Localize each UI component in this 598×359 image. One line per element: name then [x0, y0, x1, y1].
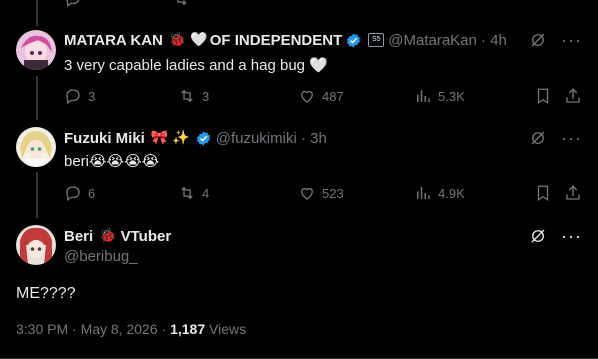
author-handle[interactable]: @beribug_: [64, 248, 138, 265]
thread-line-top: [36, 0, 38, 26]
author-name[interactable]: MATARA KAN: [64, 32, 163, 49]
views-button[interactable]: 5.3K: [414, 87, 465, 105]
more-icon[interactable]: ···: [561, 31, 582, 49]
more-icon[interactable]: ···: [561, 227, 582, 245]
affiliate-badge-icon: S5: [368, 33, 385, 47]
bookmark-button[interactable]: [534, 184, 552, 207]
repost-icon: [181, 89, 193, 103]
like-icon: [301, 90, 313, 103]
like-icon: [301, 187, 313, 200]
tweet-top-actions: ···: [529, 129, 582, 147]
views-count: 4.9K: [438, 185, 465, 201]
like-button[interactable]: 523: [298, 184, 344, 202]
separator-dot: ·: [296, 129, 311, 147]
like-count: 523: [322, 185, 344, 201]
tweet-actions: 6 4 523 4.9K: [64, 184, 582, 204]
name-emoji: ✨: [172, 130, 190, 146]
grok-icon[interactable]: [529, 129, 547, 147]
avatar[interactable]: [16, 225, 56, 265]
grok-icon[interactable]: [529, 31, 547, 49]
reply-icon: [66, 186, 80, 202]
reply-button[interactable]: 3: [64, 87, 95, 105]
bookmark-icon: [537, 88, 549, 105]
grok-icon[interactable]: [529, 227, 547, 245]
tweet-text: 3 very capable ladies and a hag bug 🤍: [64, 57, 328, 74]
tweet-top-actions: ···: [529, 31, 582, 49]
author-name-suffix[interactable]: OF INDEPENDENT: [210, 32, 343, 49]
views-icon: [417, 187, 430, 199]
like-count: 487: [322, 88, 344, 104]
share-button[interactable]: [564, 87, 582, 110]
reply-button[interactable]: 6: [64, 184, 95, 202]
bookmark-icon: [537, 185, 549, 202]
tweet-header: Fuzuki Miki 🎀 ✨ @fuzukimiki · 3h: [64, 128, 327, 148]
author-name-suffix[interactable]: VTuber: [121, 228, 172, 245]
author-handle[interactable]: @fuzukimiki: [216, 130, 297, 147]
thread-line-bottom: [36, 172, 38, 218]
tweet-top-actions: ···: [529, 227, 582, 245]
main-tweet-header: Beri 🐞 VTuber: [64, 226, 171, 246]
repost-count: 4: [202, 185, 210, 201]
tweet-actions: 3 3 487 5.3K: [64, 87, 582, 107]
verified-icon: [347, 32, 361, 48]
name-emoji: 🤍: [190, 32, 208, 48]
name-emoji: 🐞: [99, 228, 117, 244]
tweet-time[interactable]: 4h: [490, 32, 507, 49]
share-icon: [566, 185, 580, 200]
name-emoji: 🐞: [168, 32, 187, 48]
verified-icon: [196, 130, 210, 146]
name-emoji: 🎀: [150, 130, 169, 146]
share-button[interactable]: [564, 184, 582, 207]
tweet-text: beri😭😭😭😭: [64, 153, 160, 170]
reply-icon: [66, 89, 80, 105]
thread-line-middle: [36, 76, 38, 120]
tweet-time[interactable]: 3h: [310, 130, 327, 147]
views-count: 1,187: [170, 321, 206, 337]
views-count: 5.3K: [438, 88, 465, 104]
repost-count: 3: [202, 88, 210, 104]
tweet-header: MATARA KAN 🐞 🤍 OF INDEPENDENT S5 @Matara…: [64, 30, 507, 50]
share-icon: [566, 88, 580, 103]
views-label: Views: [205, 321, 247, 337]
author-name[interactable]: Fuzuki Miki: [64, 130, 145, 147]
repost-button[interactable]: 3: [178, 87, 209, 105]
avatar[interactable]: [16, 30, 56, 70]
repost-icon[interactable]: [172, 0, 190, 8]
reply-count: 3: [88, 88, 96, 104]
reply-count: 6: [88, 185, 96, 201]
main-tweet-meta: 3:30 PM · May 8, 2026 · 1,187 Views: [16, 321, 246, 337]
views-icon: [417, 90, 430, 102]
repost-button[interactable]: 4: [178, 184, 209, 202]
previous-tweet-actions: [64, 0, 582, 8]
repost-icon: [181, 186, 193, 200]
author-name[interactable]: Beri: [64, 228, 93, 245]
views-button[interactable]: 4.9K: [414, 184, 465, 202]
timestamp[interactable]: 3:30 PM · May 8, 2026 ·: [16, 321, 170, 337]
reply-icon[interactable]: [64, 0, 82, 8]
separator-dot: ·: [476, 31, 491, 49]
like-button[interactable]: 487: [298, 87, 344, 105]
author-handle[interactable]: @MataraKan: [388, 32, 477, 49]
main-tweet-text: ME????: [16, 285, 76, 302]
avatar[interactable]: [16, 127, 56, 167]
bookmark-button[interactable]: [534, 87, 552, 110]
more-icon[interactable]: ···: [561, 129, 582, 147]
